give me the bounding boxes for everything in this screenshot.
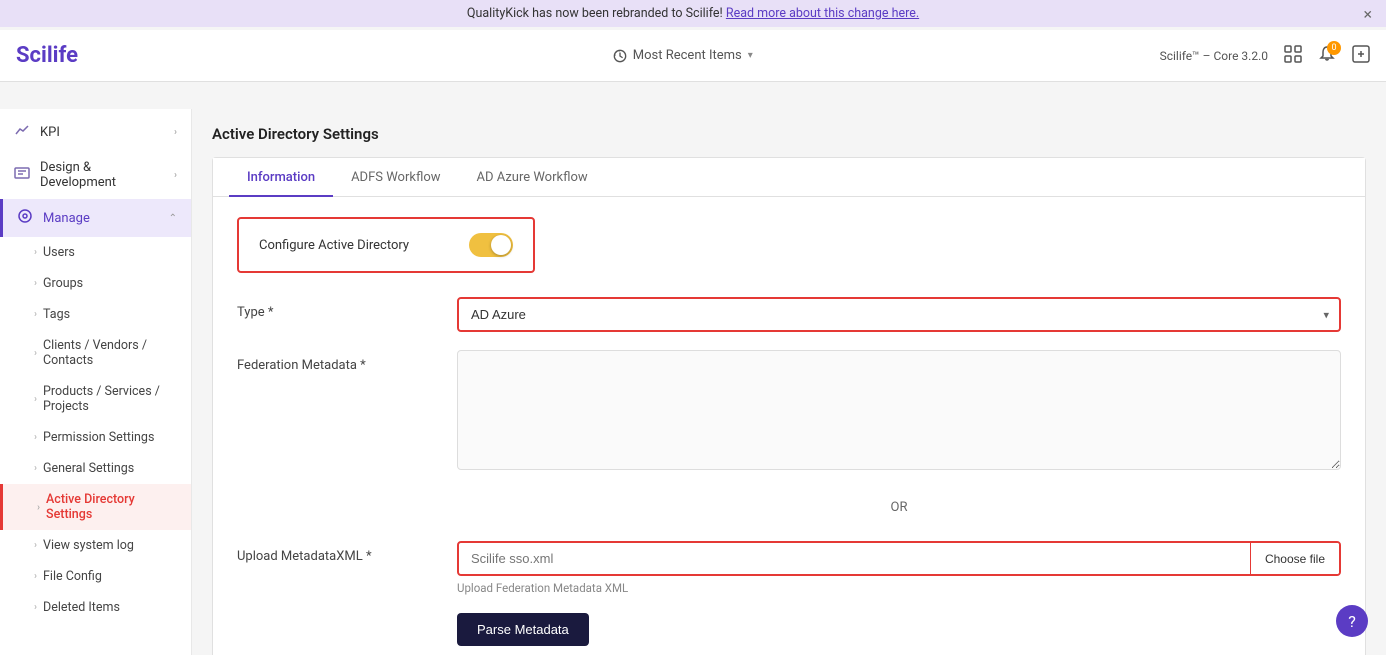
header-right: Scilife™ – Core 3.2.0 0	[1160, 45, 1370, 67]
sidebar-item-view-system-log-label: View system log	[43, 538, 134, 553]
manage-chevron-icon: ⌃	[169, 213, 177, 224]
type-row: Type * AD Azure ADFS ▾	[237, 297, 1341, 332]
configure-toggle-switch[interactable]	[469, 233, 513, 257]
type-select[interactable]: AD Azure ADFS	[459, 299, 1339, 330]
sidebar-item-groups-label: Groups	[43, 276, 83, 291]
tab-information[interactable]: Information	[229, 158, 333, 197]
notification-bell-button[interactable]: 0	[1318, 45, 1336, 67]
design-icon	[14, 165, 30, 185]
design-chevron-icon: ›	[174, 170, 177, 181]
products-chevron-icon: ›	[34, 394, 37, 405]
notification-badge: 0	[1327, 41, 1341, 55]
grid-icon-button[interactable]	[1284, 45, 1302, 67]
sidebar-item-tags[interactable]: › Tags	[0, 299, 191, 330]
sidebar-item-general-label: General Settings	[43, 461, 134, 476]
recent-items-button[interactable]: Most Recent Items ▾	[206, 48, 1160, 63]
configure-active-directory-row: Configure Active Directory	[237, 217, 535, 273]
banner-text: QualityKick has now been rebranded to Sc…	[467, 6, 726, 21]
groups-chevron-icon: ›	[34, 278, 37, 289]
sidebar-item-kpi-label: KPI	[40, 125, 60, 140]
sidebar-item-permission-settings[interactable]: › Permission Settings	[0, 422, 191, 453]
sidebar-item-clients[interactable]: › Clients / Vendors / Contacts	[0, 330, 191, 376]
sidebar-item-products-label: Products / Services / Projects	[43, 384, 177, 414]
or-divider-row: OR	[237, 492, 1341, 531]
sidebar-item-view-system-log[interactable]: › View system log	[0, 530, 191, 561]
logo: Scilife	[16, 43, 206, 68]
upload-input-wrapper: Choose file	[457, 541, 1341, 576]
upload-hint: Upload Federation Metadata XML	[457, 581, 1341, 595]
users-chevron-icon: ›	[34, 247, 37, 258]
sidebar-item-users-label: Users	[43, 245, 75, 260]
sidebar-item-products[interactable]: › Products / Services / Projects	[0, 376, 191, 422]
federation-metadata-label: Federation Metadata *	[237, 350, 437, 373]
choose-file-button[interactable]: Choose file	[1250, 543, 1339, 574]
sidebar-item-deleted-items-label: Deleted Items	[43, 600, 120, 615]
file-config-chevron-icon: ›	[34, 571, 37, 582]
sidebar-item-file-config-label: File Config	[43, 569, 102, 584]
top-banner: QualityKick has now been rebranded to Sc…	[0, 0, 1386, 27]
type-field: AD Azure ADFS ▾	[457, 297, 1341, 332]
upload-file-input[interactable]	[459, 543, 1250, 574]
tabs: Information ADFS Workflow AD Azure Workf…	[213, 158, 1365, 197]
view-system-log-chevron-icon: ›	[34, 540, 37, 551]
toggle-knob	[491, 235, 511, 255]
manage-icon	[17, 208, 33, 228]
sidebar-item-groups[interactable]: › Groups	[0, 268, 191, 299]
user-profile-button[interactable]	[1352, 45, 1370, 67]
header: Scilife Most Recent Items ▾ Scilife™ – C…	[0, 30, 1386, 82]
chevron-down-icon: ▾	[748, 50, 753, 61]
sidebar-item-manage-label: Manage	[43, 211, 90, 226]
tags-chevron-icon: ›	[34, 309, 37, 320]
federation-metadata-textarea[interactable]	[457, 350, 1341, 470]
tab-ad-azure-workflow[interactable]: AD Azure Workflow	[459, 158, 606, 197]
clients-chevron-icon: ›	[34, 348, 37, 359]
banner-link[interactable]: Read more about this change here.	[726, 6, 919, 21]
active-directory-chevron-icon: ›	[37, 502, 40, 513]
federation-metadata-field	[457, 350, 1341, 474]
deleted-items-chevron-icon: ›	[34, 602, 37, 613]
type-label: Type *	[237, 297, 437, 320]
grid-icon	[1284, 45, 1302, 63]
parse-metadata-button[interactable]: Parse Metadata	[457, 613, 589, 646]
general-chevron-icon: ›	[34, 463, 37, 474]
sidebar-item-kpi[interactable]: KPI ›	[0, 113, 191, 151]
configure-label: Configure Active Directory	[259, 238, 409, 253]
federation-metadata-row: Federation Metadata *	[237, 350, 1341, 474]
sidebar-item-clients-label: Clients / Vendors / Contacts	[43, 338, 177, 368]
history-icon	[613, 49, 627, 63]
sidebar-item-general-settings[interactable]: › General Settings	[0, 453, 191, 484]
upload-metadata-row: Upload MetadataXML * Choose file Upload …	[237, 541, 1341, 595]
sidebar: KPI › Design & Development › Manage	[0, 109, 192, 655]
sidebar-item-permission-label: Permission Settings	[43, 430, 154, 445]
sidebar-item-design-dev[interactable]: Design & Development ›	[0, 151, 191, 199]
app-body: KPI › Design & Development › Manage	[0, 27, 1386, 655]
configure-toggle[interactable]	[469, 233, 513, 257]
sidebar-item-active-directory-label: Active Directory Settings	[46, 492, 177, 522]
recent-items-label: Most Recent Items	[633, 48, 742, 63]
sidebar-item-tags-label: Tags	[43, 307, 70, 322]
parse-metadata-row: Parse Metadata	[237, 613, 1341, 646]
sidebar-item-deleted-items[interactable]: › Deleted Items	[0, 592, 191, 623]
form-section: Configure Active Directory Type * AD Azu…	[213, 197, 1365, 655]
content-card: Information ADFS Workflow AD Azure Workf…	[212, 157, 1366, 655]
main-content: Active Directory Settings Information AD…	[192, 109, 1386, 655]
page-title: Active Directory Settings	[212, 125, 1366, 143]
type-select-wrapper: AD Azure ADFS ▾	[457, 297, 1341, 332]
sidebar-item-users[interactable]: › Users	[0, 237, 191, 268]
help-button[interactable]: ?	[1336, 605, 1368, 637]
kpi-icon	[14, 122, 30, 142]
version-label: Scilife™ – Core 3.2.0	[1160, 49, 1268, 63]
sidebar-item-file-config[interactable]: › File Config	[0, 561, 191, 592]
sidebar-item-design-label: Design & Development	[40, 160, 164, 190]
banner-close-button[interactable]: ×	[1363, 4, 1372, 23]
upload-metadata-field: Choose file Upload Federation Metadata X…	[457, 541, 1341, 595]
kpi-chevron-icon: ›	[174, 127, 177, 138]
tab-adfs-workflow[interactable]: ADFS Workflow	[333, 158, 458, 197]
or-divider: OR	[457, 500, 1341, 515]
upload-metadata-label: Upload MetadataXML *	[237, 541, 437, 564]
sidebar-item-active-directory[interactable]: › Active Directory Settings	[0, 484, 191, 530]
sidebar-item-manage[interactable]: Manage ⌃	[0, 199, 191, 237]
permission-chevron-icon: ›	[34, 432, 37, 443]
user-icon	[1352, 45, 1370, 63]
